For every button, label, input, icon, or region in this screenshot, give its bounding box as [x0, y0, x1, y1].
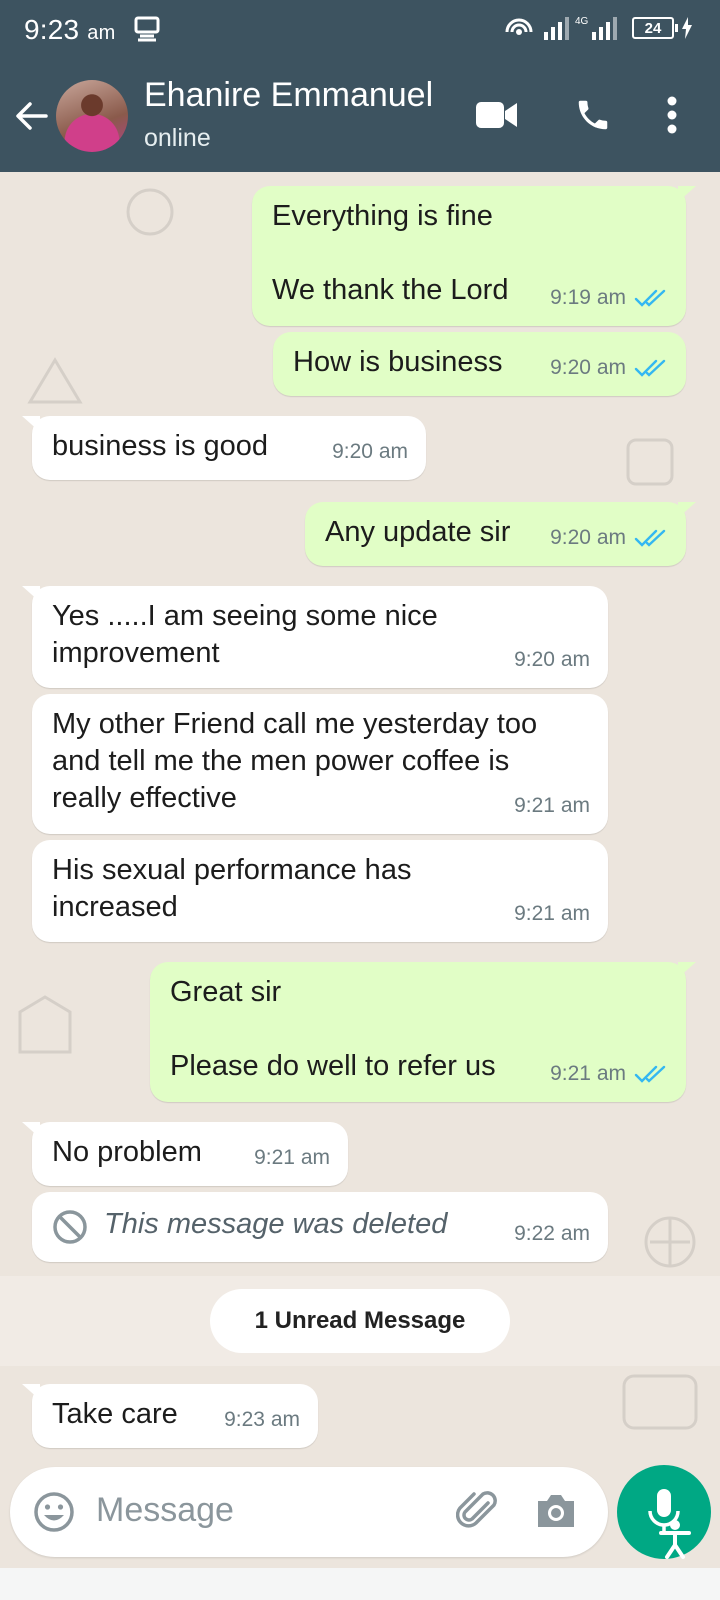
contact-status: online [144, 124, 211, 152]
hotspot-icon [505, 18, 533, 35]
video-call-icon[interactable] [476, 100, 518, 130]
message-text: No problem [52, 1136, 202, 1168]
message-meta: 9:20 am [550, 519, 668, 556]
bubble-tail [678, 962, 696, 978]
message-meta: 9:22 am [514, 1215, 590, 1252]
message-outgoing[interactable]: Everything is fine We thank the Lord 9:1… [252, 186, 696, 326]
accessibility-icon [659, 1520, 691, 1559]
attach-icon[interactable] [456, 1489, 502, 1535]
message-meta: 9:21 am [254, 1139, 330, 1176]
battery-level: 24 [644, 19, 662, 37]
status-time: 9:23 am [24, 14, 115, 46]
message-time: 9:19 am [550, 286, 626, 309]
bubble-tail [22, 586, 40, 602]
emoji-icon[interactable] [32, 1490, 76, 1534]
battery-icon: 24 [632, 17, 678, 39]
message-time: 9:20 am [514, 648, 590, 671]
unread-messages-label: 1 Unread Message [210, 1289, 510, 1353]
camera-icon[interactable] [534, 1491, 578, 1531]
monitor-icon [134, 16, 160, 42]
bubble-tail [22, 416, 40, 432]
double-check-icon [634, 529, 666, 547]
message-text: business is good [52, 430, 269, 462]
chat-header: Ehanire Emmanuel online [0, 64, 720, 172]
message-time: 9:20 am [550, 356, 626, 379]
status-time-value: 9:23 [24, 14, 80, 45]
status-bar: 9:23 am 4G 24 [0, 0, 720, 64]
message-meta: 9:21 am [514, 787, 590, 824]
message-outgoing[interactable]: Any update sir 9:20 am [305, 502, 696, 566]
double-check-icon [634, 359, 666, 377]
message-time: 9:21 am [514, 794, 590, 817]
bubble-tail [678, 502, 696, 518]
message-time: 9:21 am [514, 902, 590, 925]
message-incoming[interactable]: No problem 9:21 am [22, 1122, 348, 1186]
wallpaper-doodle [18, 995, 72, 1054]
message-text: His sexual performance has increased [52, 854, 412, 923]
status-icons: 4G 24 [504, 14, 692, 42]
message-time: 9:21 am [254, 1146, 330, 1169]
double-check-icon [634, 289, 666, 307]
message-incoming[interactable]: Take care 9:23 am [22, 1384, 318, 1448]
message-time: 9:23 am [224, 1408, 300, 1431]
message-incoming[interactable]: My other Friend call me yesterday too an… [32, 694, 608, 834]
message-text: My other Friend call me yesterday too an… [52, 708, 538, 814]
wallpaper-doodle [622, 1374, 698, 1430]
wallpaper-doodle [126, 188, 174, 236]
double-check-icon [634, 1065, 666, 1083]
message-time: 9:22 am [514, 1222, 590, 1245]
message-incoming[interactable]: business is good 9:20 am [22, 416, 426, 480]
message-deleted[interactable]: This message was deleted 9:22 am [32, 1192, 608, 1262]
signal-icon: 4G [544, 16, 617, 40]
message-text: Great sir Please do well to refer us [170, 976, 496, 1082]
message-meta: 9:20 am [514, 641, 590, 678]
message-meta: 9:20 am [332, 433, 408, 470]
bubble-tail [22, 1122, 40, 1138]
deleted-block-icon [53, 1210, 87, 1244]
message-composer: Message [10, 1467, 608, 1557]
message-text: Everything is fine We thank the Lord [272, 200, 509, 306]
message-text: How is business [293, 346, 503, 378]
avatar[interactable] [56, 80, 128, 152]
mic-button[interactable] [617, 1465, 711, 1559]
contact-name[interactable]: Ehanire Emmanuel [144, 76, 433, 115]
bubble-tail [22, 1384, 40, 1400]
message-text: This message was deleted [104, 1208, 448, 1240]
message-meta: 9:20 am [550, 349, 668, 386]
message-meta: 9:21 am [514, 895, 590, 932]
message-time: 9:21 am [550, 1062, 626, 1085]
message-outgoing[interactable]: How is business 9:20 am [273, 332, 686, 396]
network-type: 4G [575, 16, 589, 27]
message-incoming[interactable]: Yes .....I am seeing some nice improveme… [22, 586, 608, 688]
message-text: Any update sir [325, 516, 511, 548]
message-time: 9:20 am [550, 526, 626, 549]
message-text: Take care [52, 1398, 178, 1430]
wallpaper-doodle [644, 1216, 696, 1268]
message-input[interactable]: Message [96, 1491, 234, 1530]
charging-icon [682, 17, 692, 39]
message-incoming[interactable]: His sexual performance has increased 9:2… [32, 840, 608, 942]
bubble-tail [678, 186, 696, 202]
phone-icon[interactable] [574, 96, 612, 134]
wallpaper-doodle [626, 438, 674, 486]
message-outgoing[interactable]: Great sir Please do well to refer us 9:2… [150, 962, 696, 1102]
wallpaper-doodle [27, 357, 83, 404]
message-meta: 9:19 am [550, 279, 668, 316]
message-text: Yes .....I am seeing some nice improveme… [52, 600, 438, 669]
message-meta: 9:21 am [550, 1055, 668, 1092]
message-time: 9:20 am [332, 440, 408, 463]
status-time-ampm: am [87, 22, 116, 44]
more-vert-icon[interactable] [666, 96, 678, 134]
system-nav-bar [0, 1568, 720, 1600]
back-arrow-icon[interactable] [14, 98, 50, 134]
message-meta: 9:23 am [224, 1401, 300, 1438]
